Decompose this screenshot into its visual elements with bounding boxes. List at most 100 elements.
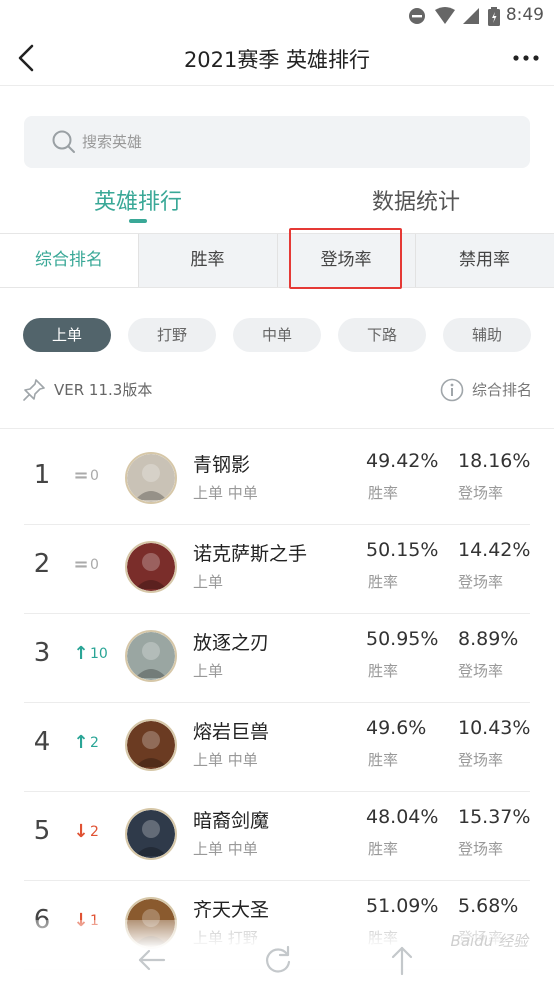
win-rate-value: 49.6% [366, 717, 427, 739]
refresh-icon[interactable] [262, 944, 294, 976]
divider [277, 234, 278, 287]
hero-avatar [125, 452, 177, 504]
hero-name: 齐天大圣 [193, 899, 270, 921]
win-rate-value: 50.15% [366, 539, 439, 561]
annotation-highlight-box [289, 228, 402, 289]
win-rate-value: 50.95% [366, 628, 439, 650]
hero-positions: 上单 中单 [193, 484, 258, 502]
back-arrow-icon[interactable] [136, 944, 168, 976]
search-icon [52, 130, 75, 153]
hero-row[interactable]: 5 ↓2 暗裔剑魔上单 中单 48.04% 胜率 15.37% 登场率 [24, 792, 530, 881]
hero-positions: 上单 [193, 573, 224, 591]
win-rate-label: 胜率 [368, 662, 399, 680]
rank-change-value: 10 [90, 646, 108, 662]
hero-avatar [125, 541, 177, 593]
page-title: 2021赛季 英雄排行 [183, 48, 371, 72]
more-button[interactable] [510, 46, 542, 70]
hero-name: 暗裔剑魔 [193, 810, 270, 832]
hero-row[interactable]: 3 ↑10 放逐之刃上单 50.95% 胜率 8.89% 登场率 [24, 614, 530, 703]
pin-icon [23, 379, 45, 401]
pick-rate-value: 8.89% [458, 628, 519, 650]
lane-chip-jungle[interactable]: 打野 [128, 318, 216, 352]
pick-rate-label: 登场率 [458, 662, 504, 680]
pick-rate-label: 登场率 [458, 484, 504, 502]
hero-avatar [125, 719, 177, 771]
status-bar: 8:49 [0, 0, 554, 32]
sort-text: 综合排名 [471, 381, 532, 399]
rank-change-same-icon: = [73, 465, 89, 486]
hero-positions: 上单 中单 [193, 751, 258, 769]
win-rate-value: 48.04% [366, 806, 439, 828]
divider [415, 234, 416, 287]
app-header: 2021赛季 英雄排行 [0, 32, 554, 86]
pick-rate-label: 登场率 [458, 573, 504, 591]
watermark: Baidu 经验 [450, 932, 528, 950]
hero-positions: 上单 中单 [193, 840, 258, 858]
pick-rate-value: 10.43% [458, 717, 531, 739]
hero-row[interactable]: 2 =0 诺克萨斯之手 上单 50.15% 胜率 14.42% 登场率 [24, 525, 530, 614]
version-info: VER 11.3版本 [22, 376, 152, 404]
divider [0, 428, 554, 429]
rank-change-down-icon: ↓ [73, 821, 89, 842]
rank-change-up-icon: ↑ [73, 732, 89, 753]
rank-change: =0 [72, 554, 99, 575]
tab-data-statistics[interactable]: 数据统计 [352, 184, 480, 224]
rank-change-up-icon: ↑ [73, 643, 89, 664]
sort-info[interactable]: 综合排名 [440, 376, 532, 404]
win-rate-label: 胜率 [368, 573, 399, 591]
hero-name: 诺克萨斯之手 [193, 543, 308, 565]
win-rate-value: 49.42% [366, 450, 439, 472]
rank-change-value: 2 [90, 824, 99, 840]
win-rate-label: 胜率 [368, 840, 399, 858]
hero-name: 熔岩巨兽 [193, 721, 270, 743]
pick-rate-value: 5.68% [458, 895, 519, 917]
lane-chip-top[interactable]: 上单 [23, 318, 111, 352]
win-rate-value: 51.09% [366, 895, 439, 917]
hero-name: 放逐之刃 [193, 632, 270, 654]
signal-icon [463, 8, 479, 24]
rank-change-value: 0 [90, 557, 99, 573]
win-rate-label: 胜率 [368, 484, 399, 502]
tab-ban-rate[interactable]: 禁用率 [415, 234, 554, 287]
tab-win-rate[interactable]: 胜率 [138, 234, 277, 287]
pick-rate-value: 14.42% [458, 539, 531, 561]
status-time: 8:49 [505, 5, 544, 25]
hero-avatar [125, 808, 177, 860]
pick-rate-value: 15.37% [458, 806, 531, 828]
active-tab-indicator [129, 219, 147, 223]
hero-name: 青钢影 [193, 454, 251, 476]
rank-change: =0 [72, 465, 99, 486]
lane-chip-mid[interactable]: 中单 [233, 318, 321, 352]
hero-rank: 5 [33, 816, 51, 846]
hero-rank: 3 [33, 638, 51, 668]
hero-row[interactable]: 4 ↑2 熔岩巨兽 上单 中单 49.6% 胜率 10.43% 登场率 [24, 703, 530, 792]
sort-tabs: 综合排名 胜率 登场率 禁用率 [0, 233, 554, 288]
rank-change-value: 0 [90, 468, 99, 484]
battery-icon [488, 7, 500, 26]
rank-change-value: 2 [90, 735, 99, 751]
info-icon [440, 378, 464, 402]
search-box[interactable] [24, 116, 530, 168]
tab-hero-ranking[interactable]: 英雄排行 [74, 184, 202, 224]
hero-rank: 4 [33, 727, 51, 757]
rank-change-same-icon: = [73, 554, 89, 575]
scroll-top-icon[interactable] [386, 944, 418, 976]
lane-chip-bottom[interactable]: 下路 [338, 318, 426, 352]
pick-rate-label: 登场率 [458, 751, 504, 769]
rank-change: ↑10 [72, 643, 108, 664]
hero-avatar [125, 630, 177, 682]
hero-positions: 上单 [193, 662, 224, 680]
hero-row[interactable]: 1 =0 青钢影上单 中单 49.42% 胜率 18.16% 登场率 [24, 436, 530, 525]
pick-rate-label: 登场率 [458, 840, 504, 858]
hero-rank: 1 [33, 460, 51, 490]
pick-rate-value: 18.16% [458, 450, 531, 472]
tab-overall-rank[interactable]: 综合排名 [0, 234, 138, 287]
lane-chip-support[interactable]: 辅助 [443, 318, 531, 352]
wifi-icon [435, 7, 455, 24]
do-not-disturb-icon [409, 8, 425, 24]
version-text: VER 11.3版本 [54, 381, 153, 399]
rank-change: ↑2 [72, 732, 99, 753]
rank-change: ↓2 [72, 821, 99, 842]
search-input[interactable] [82, 124, 502, 160]
divider [138, 234, 139, 287]
